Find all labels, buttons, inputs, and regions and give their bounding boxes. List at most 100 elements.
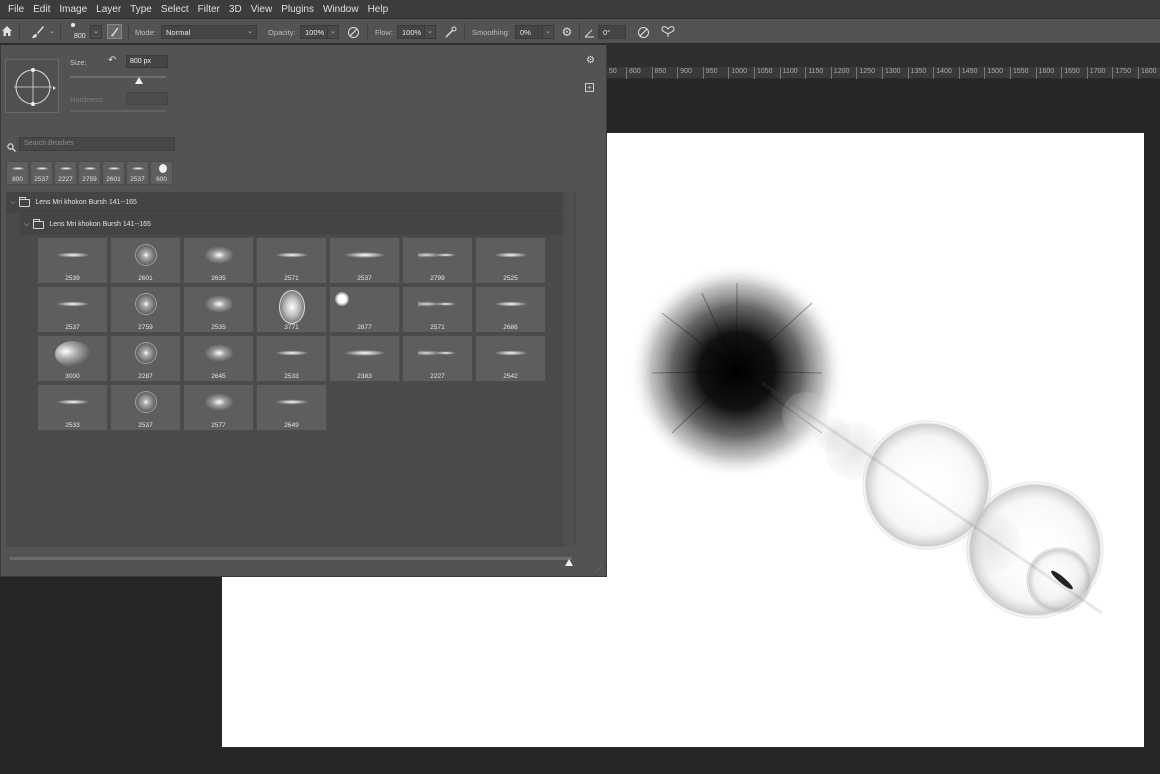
recent-brush[interactable]: 2227: [54, 161, 77, 185]
menu-plugins[interactable]: Plugins: [281, 4, 314, 15]
brush-stroke-icon: [159, 164, 167, 173]
brush-angle-roundness-icon[interactable]: [6, 60, 60, 114]
brush-preset-size: 2537: [357, 275, 372, 282]
brush-preset-list: ⌵ Lens Mri khokon Bursh 141--165 ⌵ Lens …: [6, 192, 576, 547]
menu-type[interactable]: Type: [130, 4, 152, 15]
pressure-size-icon[interactable]: [636, 25, 651, 39]
brush-preset-thumbnail[interactable]: 2227: [402, 335, 473, 382]
brush-preset-thumbnail[interactable]: 2601: [110, 237, 181, 284]
menu-window[interactable]: Window: [323, 4, 359, 15]
brush-preset-thumbnail[interactable]: 2877: [329, 286, 400, 333]
ruler-tick-label: 1700: [1086, 67, 1105, 79]
recent-brush[interactable]: 800: [6, 161, 29, 185]
brush-preset-thumbnail[interactable]: 2533: [256, 335, 327, 382]
resize-grip-icon[interactable]: ⋰: [595, 565, 602, 573]
smoothing-dropdown[interactable]: ⌄: [542, 25, 554, 39]
brush-tip-preview[interactable]: [5, 59, 59, 113]
airbrush-icon[interactable]: [443, 25, 458, 39]
brush-list-scrollbar[interactable]: [563, 192, 575, 547]
brush-preset-thumbnail[interactable]: 2542: [475, 335, 546, 382]
brush-preset-thumbnail[interactable]: 2645: [183, 335, 254, 382]
size-slider-thumb[interactable]: [135, 77, 144, 84]
ruler-tick-label: 1000: [728, 67, 747, 79]
menu-filter[interactable]: Filter: [198, 4, 220, 15]
brush-preset-picker[interactable]: 800: [67, 21, 89, 43]
size-input[interactable]: 800 px: [126, 55, 168, 68]
smoothing-input[interactable]: 0%: [515, 25, 543, 39]
brush-preset-size: 2535: [211, 324, 226, 331]
symmetry-butterfly-icon[interactable]: [660, 25, 676, 39]
recent-brush[interactable]: 2601: [102, 161, 125, 185]
angle-input[interactable]: 0°: [598, 25, 626, 39]
recent-brush[interactable]: 2537: [30, 161, 53, 185]
brush-preset-thumbnail[interactable]: 3000: [37, 335, 108, 382]
brush-preset-thumbnail[interactable]: 2539: [37, 237, 108, 284]
brush-settings-toggle-icon[interactable]: [107, 24, 122, 39]
brush-preset-thumbnail[interactable]: 2537: [329, 237, 400, 284]
opacity-input[interactable]: 100%: [300, 25, 328, 39]
lens-flare-icon: [55, 252, 90, 258]
menu-file[interactable]: File: [8, 4, 24, 15]
menu-image[interactable]: Image: [59, 4, 87, 15]
brush-preset-thumbnail[interactable]: 2577: [183, 384, 254, 431]
flow-input[interactable]: 100%: [397, 25, 425, 39]
recent-brush[interactable]: 600: [150, 161, 173, 185]
brush-preset-thumbnail[interactable]: 2533: [37, 384, 108, 431]
brush-preset-thumbnail[interactable]: 2759: [110, 286, 181, 333]
brush-stroke-icon: [35, 167, 49, 170]
gear-icon[interactable]: ⚙: [560, 25, 574, 39]
chevron-down-icon[interactable]: ⌄: [48, 27, 56, 35]
mode-select[interactable]: Normal ⌄: [161, 25, 257, 39]
menu-3d[interactable]: 3D: [229, 4, 242, 15]
size-slider[interactable]: [70, 76, 166, 78]
brush-preset-thumbnail[interactable]: 2383: [329, 335, 400, 382]
brush-preset-thumbnail[interactable]: 2287: [110, 335, 181, 382]
ruler-tick-label: 900: [677, 67, 692, 79]
chevron-down-icon[interactable]: ⌵: [10, 199, 15, 207]
menu-help[interactable]: Help: [368, 4, 389, 15]
lens-flare-icon: [493, 350, 528, 356]
chevron-down-icon[interactable]: ⌵: [24, 221, 29, 229]
brush-preset-thumbnail[interactable]: 2635: [183, 237, 254, 284]
brush-preset-thumbnail[interactable]: 2571: [402, 286, 473, 333]
panel-options-gear-icon[interactable]: ⚙: [586, 55, 595, 66]
lens-flare-icon: [55, 399, 90, 405]
lens-flare-icon: [278, 290, 305, 324]
brush-group-row[interactable]: ⌵ Lens Mri khokon Bursh 141--165: [6, 192, 563, 213]
brush-preset-size: 2759: [138, 324, 153, 331]
new-preset-icon[interactable]: +: [585, 83, 594, 92]
opacity-dropdown[interactable]: ⌄: [327, 25, 339, 39]
search-brushes-input[interactable]: Search Brushes: [19, 137, 175, 151]
brush-preset-thumbnail[interactable]: 3771: [256, 286, 327, 333]
recent-brush[interactable]: 2759: [78, 161, 101, 185]
menu-view[interactable]: View: [251, 4, 273, 15]
brush-preset-thumbnail[interactable]: 2525: [475, 237, 546, 284]
brush-subgroup-row[interactable]: ⌵ Lens Mri khokon Bursh 141--165: [20, 214, 563, 235]
thumbnail-size-thumb[interactable]: [565, 559, 573, 566]
brush-stroke-icon: [131, 167, 145, 170]
brush-preset-thumbnail[interactable]: 2537: [110, 384, 181, 431]
brush-preset-thumbnail[interactable]: 2571: [256, 237, 327, 284]
smoothing-label: Smoothing:: [472, 28, 510, 37]
brush-preset-thumbnail[interactable]: 2799: [402, 237, 473, 284]
brush-preset-thumbnail[interactable]: 2535: [183, 286, 254, 333]
brush-preset-thumbnail[interactable]: 2537: [37, 286, 108, 333]
recent-brush[interactable]: 2537: [126, 161, 149, 185]
lens-flare-icon: [134, 293, 157, 315]
brush-preset-dropdown[interactable]: ⌄: [90, 25, 102, 39]
menu-edit[interactable]: Edit: [33, 4, 50, 15]
options-bar: ⌄ 800 ⌄ Mode: Normal ⌄ Opacity: 100% ⌄ F…: [0, 18, 1160, 44]
home-icon[interactable]: [0, 24, 14, 38]
ruler-tick-label: 1800: [1138, 67, 1157, 79]
pressure-opacity-icon[interactable]: [346, 25, 361, 39]
brush-preset-thumbnail[interactable]: 2649: [256, 384, 327, 431]
brush-preset-thumbnail[interactable]: 2686: [475, 286, 546, 333]
ruler-tick-label: 1300: [882, 67, 901, 79]
menu-layer[interactable]: Layer: [96, 4, 121, 15]
lens-flare-icon: [203, 344, 234, 362]
flow-dropdown[interactable]: ⌄: [424, 25, 436, 39]
menu-select[interactable]: Select: [161, 4, 189, 15]
reset-size-icon[interactable]: ↶: [108, 55, 116, 66]
brush-tool-icon[interactable]: [30, 24, 46, 40]
thumbnail-size-slider[interactable]: [10, 557, 572, 560]
